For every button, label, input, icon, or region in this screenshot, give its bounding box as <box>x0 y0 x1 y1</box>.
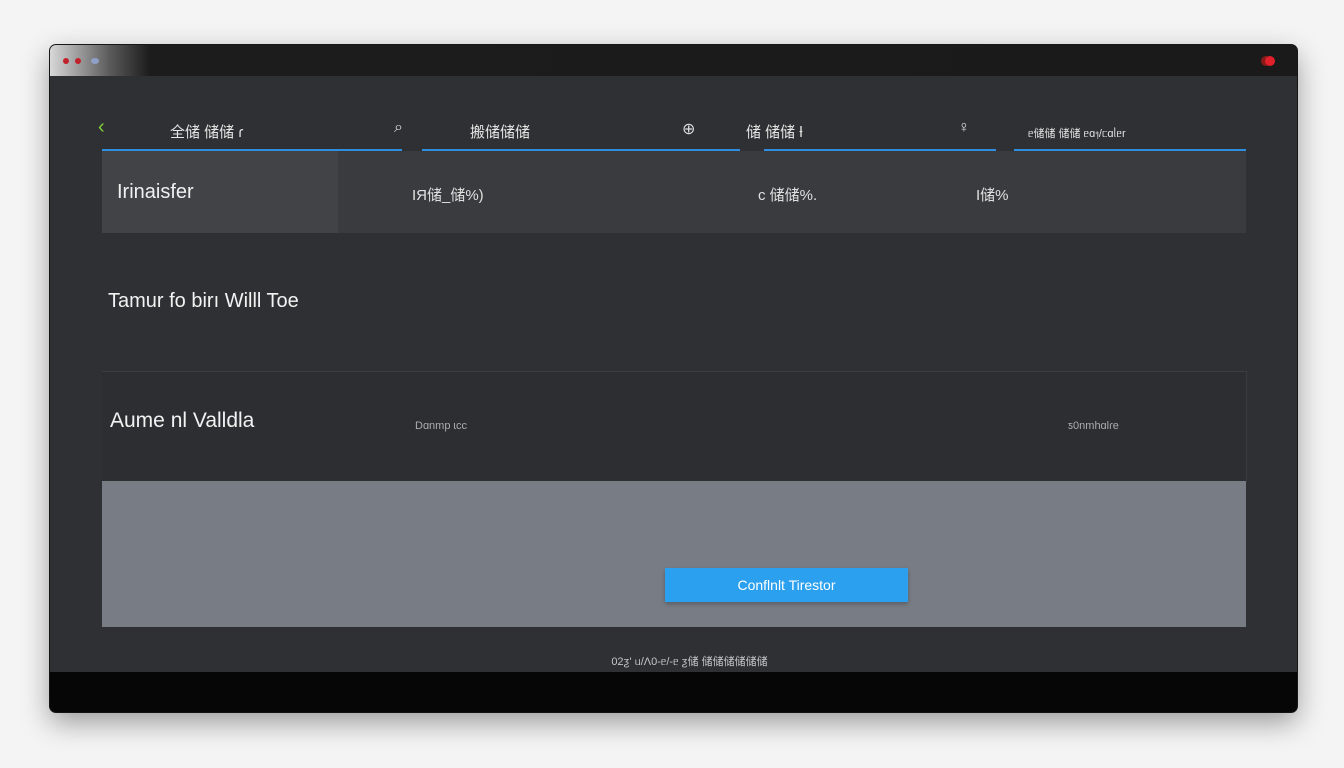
summary-value-2: ᴄ 储储%. <box>758 187 818 204</box>
tab-3[interactable]: 储 储储 ƚ ♀ <box>746 117 996 151</box>
tab-3-label: 储 储储 ƚ <box>746 124 803 141</box>
section-heading: Tamur fo birı Willl Toe <box>108 290 299 312</box>
detail-left-note: Dɑnmp ɩcc <box>415 420 467 432</box>
record-indicator-icon <box>1265 56 1275 66</box>
detail-right-note: ƽ0nmhɑlɾe <box>1068 420 1119 432</box>
zoom-dot[interactable] <box>91 58 99 64</box>
summary-row[interactable]: Irinaisfer IЯ储_储%) ᴄ 储储%. I储% <box>102 151 1246 233</box>
user-icon[interactable]: ♀ <box>958 119 970 137</box>
confirm-transfer-button[interactable]: Conflnlt Tirestor <box>665 568 908 602</box>
summary-title-cell: Irinaisfer <box>102 151 338 233</box>
bottom-bar <box>50 672 1297 712</box>
summary-value-1: IЯ储_储%) <box>412 187 484 204</box>
search-icon[interactable]: ⌕ <box>394 119 403 137</box>
summary-value-3: I储% <box>976 187 1009 204</box>
footer-status: 02ƺ' ᥙ/Ʌ0-ᥱ/-ᥱ ƺ储 储储储储储储 <box>611 656 768 668</box>
globe-icon[interactable]: ⊕ <box>682 119 695 139</box>
tab-1-label: 全储 储储 ɾ <box>170 124 244 141</box>
tab-2-label: 搬储储储 <box>470 124 531 141</box>
detail-title: Aume nl Valldla <box>110 409 255 432</box>
minimize-dot[interactable] <box>75 58 81 64</box>
tab-2[interactable]: 搬储储储 ⊕ <box>422 117 740 151</box>
summary-title: Irinaisfer <box>117 181 194 203</box>
app-window: ‹ 全储 储储 ɾ ⌕ 搬储储储 ⊕ 储 储储 ƚ ♀ ᥱ储储 储储 ᥱɑ᥄/ᥴ… <box>50 45 1297 712</box>
tab-4[interactable]: ᥱ储储 储储 ᥱɑ᥄/ᥴɑᥣᥱr <box>1014 117 1246 151</box>
top-toolbar: ‹ 全储 储储 ɾ ⌕ 搬储储储 ⊕ 储 储储 ƚ ♀ ᥱ储储 储储 ᥱɑ᥄/ᥴ… <box>98 116 1246 151</box>
chevron-left-icon[interactable]: ‹ <box>98 116 105 139</box>
title-bar <box>50 45 1297 76</box>
close-dot[interactable] <box>63 58 69 64</box>
tab-1[interactable]: ‹ 全储 储储 ɾ ⌕ <box>98 116 403 151</box>
tab-4-label: ᥱ储储 储储 ᥱɑ᥄/ᥴɑᥣᥱr <box>1028 128 1126 140</box>
action-panel: Conflnlt Tirestor <box>102 481 1246 627</box>
detail-row[interactable]: Aume nl Valldla Dɑnmp ɩcc ƽ0nmhɑlɾe <box>102 371 1247 482</box>
